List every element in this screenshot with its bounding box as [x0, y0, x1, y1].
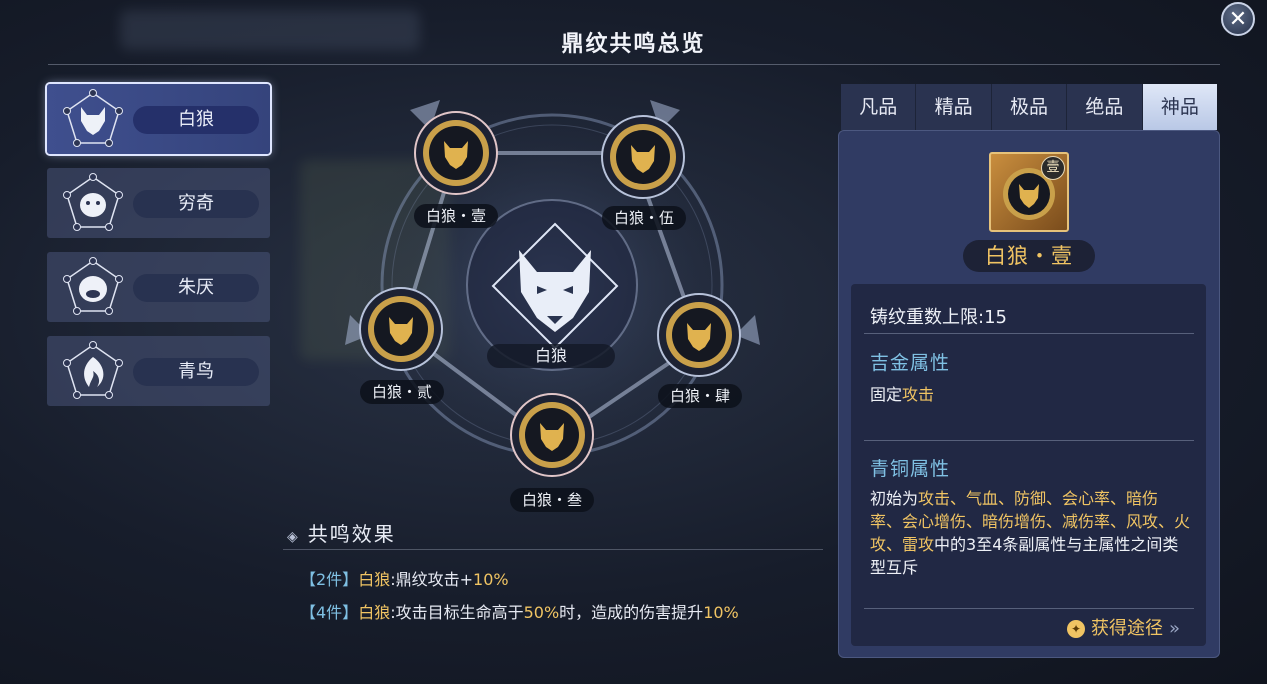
node-label: 白狼・肆 [657, 384, 743, 408]
node-slot-5[interactable] [600, 114, 686, 200]
wolf-medal-icon [359, 287, 443, 371]
effects-divider [283, 549, 823, 550]
node-label: 白狼・贰 [359, 380, 445, 404]
node-slot-3[interactable] [509, 392, 595, 478]
wolf-medal-icon [657, 293, 741, 377]
effects-title: ◈ 共鸣效果 [287, 522, 396, 546]
title-divider [48, 64, 1220, 65]
cast-limit: 铸纹重数上限:15 [870, 307, 1007, 328]
bronze-attr-title: 青铜属性 [870, 458, 951, 480]
coin-icon: ✦ [1067, 620, 1085, 638]
node-slot-4[interactable] [656, 292, 742, 378]
gold-attr-title: 吉金属性 [870, 352, 951, 374]
divider [864, 608, 1194, 609]
bronze-attr-text: 初始为攻击、气血、防御、会心率、暗伤率、会心增伤、暗伤增伤、减伤率、风攻、火攻、… [870, 489, 1191, 577]
gold-attr-text: 固定攻击 [870, 385, 935, 404]
tier-badge: 壹 [1041, 156, 1065, 180]
wolf-medal-icon [510, 393, 594, 477]
beast-name: 青鸟 [133, 358, 259, 386]
tab-shenpin[interactable]: 神品 [1142, 84, 1218, 130]
ape-icon [63, 257, 123, 315]
close-icon: ✕ [1228, 6, 1248, 32]
tab-jingpin[interactable]: 精品 [916, 84, 992, 130]
resonance-diagram: 白狼 白狼・壹 白狼・伍 白狼・贰 白狼・肆 白狼・叁 [330, 90, 780, 520]
bird-icon [63, 341, 123, 399]
node-slot-1[interactable] [413, 110, 499, 196]
close-button[interactable]: ✕ [1221, 2, 1255, 36]
item-name: 白狼・壹 [963, 240, 1095, 272]
quality-tabs: 凡品 精品 极品 绝品 神品 [841, 84, 1218, 130]
effect-row: 【4件】白狼:攻击目标生命高于50%时，造成的伤害提升10% [300, 603, 739, 622]
diamond-icon: ◈ [287, 529, 300, 545]
beast-name: 白狼 [133, 106, 259, 134]
tab-fanpin[interactable]: 凡品 [841, 84, 917, 130]
wolf-medal-icon [601, 115, 685, 199]
node-label: 白狼・壹 [413, 204, 499, 228]
divider [864, 333, 1194, 334]
beast-item-qingniao[interactable]: 青鸟 [47, 336, 270, 406]
wolf-emblem-icon [491, 222, 619, 350]
obtain-route-button[interactable]: ✦ 获得途径» [1067, 614, 1180, 640]
beast-item-qiongqi[interactable]: 穷奇 [47, 168, 270, 238]
tab-jipin[interactable]: 极品 [992, 84, 1068, 130]
item-slot[interactable]: 壹 [989, 152, 1069, 232]
node-label: 白狼・伍 [601, 206, 687, 230]
beast-name: 朱厌 [133, 274, 259, 302]
chevron-right-icon: » [1169, 618, 1181, 639]
node-label: 白狼・叁 [509, 488, 595, 512]
page-title: 鼎纹共鸣总览 [561, 32, 706, 57]
wolf-medal-icon [414, 111, 498, 195]
beast-name: 穷奇 [133, 190, 259, 218]
effect-row: 【2件】白狼:鼎纹攻击+10% [300, 570, 509, 589]
node-slot-2[interactable] [358, 286, 444, 372]
beast-item-wolf[interactable]: 白狼 [47, 84, 270, 154]
tiger-icon [63, 173, 123, 231]
divider [864, 440, 1194, 441]
tab-juepin[interactable]: 绝品 [1067, 84, 1143, 130]
wolf-icon [63, 89, 123, 147]
beast-list: 白狼 穷奇 朱厌 青鸟 [47, 84, 270, 420]
beast-item-zhuyan[interactable]: 朱厌 [47, 252, 270, 322]
center-label: 白狼 [487, 344, 615, 368]
